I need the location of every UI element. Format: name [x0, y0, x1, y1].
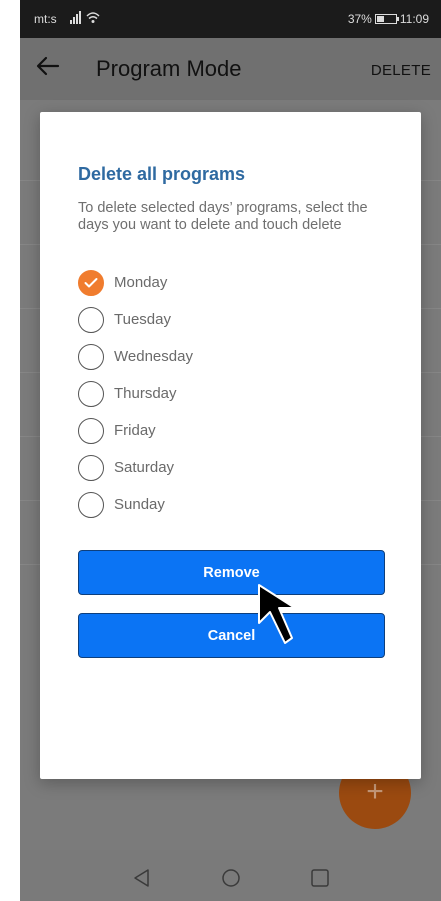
radio-unchecked[interactable] [78, 344, 104, 370]
checkmark-icon [84, 278, 98, 288]
day-label: Saturday [114, 459, 175, 476]
day-option-wednesday[interactable]: Wednesday [78, 344, 278, 370]
day-option-monday[interactable]: Monday [78, 270, 278, 296]
mouse-cursor-icon [258, 584, 296, 644]
phone-screen: mt:s 37% 11:09 Program Mode DELETE + Del… [20, 0, 441, 901]
day-label: Sunday [114, 496, 165, 513]
cancel-button[interactable]: Cancel [78, 613, 385, 658]
day-option-tuesday[interactable]: Tuesday [78, 307, 278, 333]
clock: 11:09 [399, 12, 429, 26]
day-label: Thursday [114, 385, 177, 402]
day-label: Wednesday [114, 348, 193, 365]
radio-unchecked[interactable] [78, 418, 104, 444]
day-label: Friday [114, 422, 156, 439]
radio-unchecked[interactable] [78, 307, 104, 333]
day-option-saturday[interactable]: Saturday [78, 455, 278, 481]
delete-action-button[interactable]: DELETE [371, 62, 431, 79]
square-recents-icon[interactable] [310, 868, 330, 888]
radio-unchecked[interactable] [78, 455, 104, 481]
radio-unchecked[interactable] [78, 381, 104, 407]
dialog-message: To delete selected days’ programs, selec… [78, 200, 368, 233]
battery-percent: 37% [347, 12, 372, 26]
carrier-label: mt:s [34, 12, 57, 26]
arrow-left-icon[interactable] [34, 52, 62, 80]
page-title: Program Mode [96, 56, 242, 81]
status-right: 37% 11:09 [348, 12, 429, 26]
day-option-sunday[interactable]: Sunday [78, 492, 278, 518]
remove-button[interactable]: Remove [78, 550, 385, 595]
battery-icon [374, 14, 399, 24]
radio-checked[interactable] [78, 270, 104, 296]
dialog-title: Delete all programs [78, 164, 246, 184]
signal-wifi-icon [70, 11, 100, 24]
triangle-back-icon[interactable] [132, 868, 152, 888]
status-bar: mt:s 37% 11:09 [20, 0, 441, 38]
day-option-friday[interactable]: Friday [78, 418, 278, 444]
navigation-bar [20, 850, 441, 901]
radio-unchecked[interactable] [78, 492, 104, 518]
app-bar: Program Mode DELETE [20, 38, 441, 100]
day-label: Tuesday [114, 311, 171, 328]
day-option-thursday[interactable]: Thursday [78, 381, 278, 407]
circle-home-icon[interactable] [221, 868, 241, 888]
day-label: Monday [114, 274, 168, 291]
delete-programs-dialog: Delete all programs To delete selected d… [40, 112, 421, 779]
